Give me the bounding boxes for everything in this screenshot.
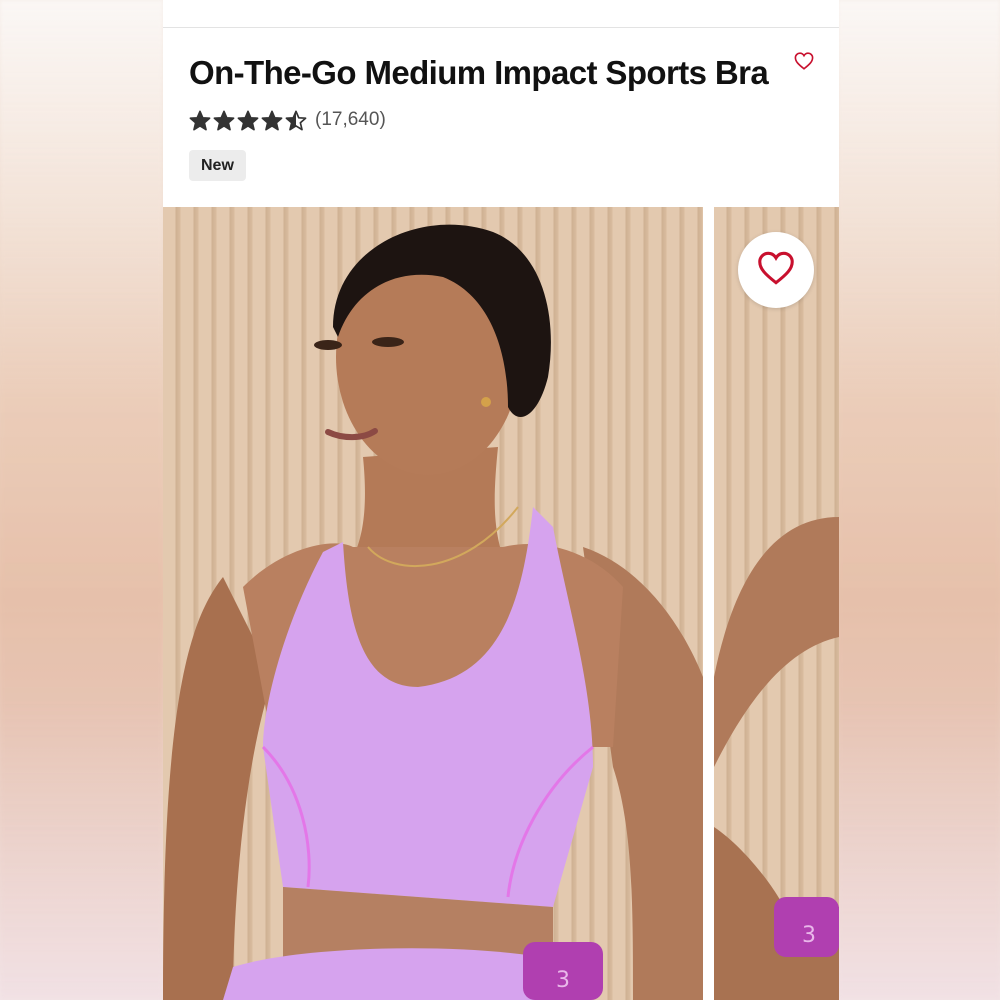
background-blur-left xyxy=(0,0,163,1000)
model-photo: 3 xyxy=(163,224,703,1000)
new-badge: New xyxy=(189,150,246,181)
image-carousel[interactable]: 3 3 xyxy=(163,207,839,1000)
svg-text:3: 3 xyxy=(802,923,816,948)
model-photo-partial: 3 xyxy=(714,517,839,1000)
star-icon xyxy=(237,110,259,131)
rating-stars xyxy=(189,110,307,131)
star-icon xyxy=(189,110,211,131)
rating-row[interactable]: (17,640) xyxy=(189,107,386,133)
heart-outline-icon xyxy=(794,52,814,74)
svg-text:3: 3 xyxy=(556,968,570,993)
background-blur-right xyxy=(838,0,1000,1000)
product-photo-main[interactable]: 3 xyxy=(163,207,703,1000)
product-photo-next[interactable]: 3 xyxy=(714,207,839,1000)
star-icon xyxy=(261,110,283,131)
star-icon xyxy=(213,110,235,131)
heart-outline-icon xyxy=(757,251,795,289)
wishlist-button[interactable] xyxy=(793,52,815,74)
review-count: (17,640) xyxy=(315,109,386,130)
star-icon xyxy=(285,110,307,131)
photo-wishlist-button[interactable] xyxy=(738,232,814,308)
top-bar xyxy=(163,0,839,28)
product-title: On-The-Go Medium Impact Sports Bra xyxy=(189,54,769,91)
product-screen: On-The-Go Medium Impact Sports Bra (17,6… xyxy=(163,0,839,1000)
